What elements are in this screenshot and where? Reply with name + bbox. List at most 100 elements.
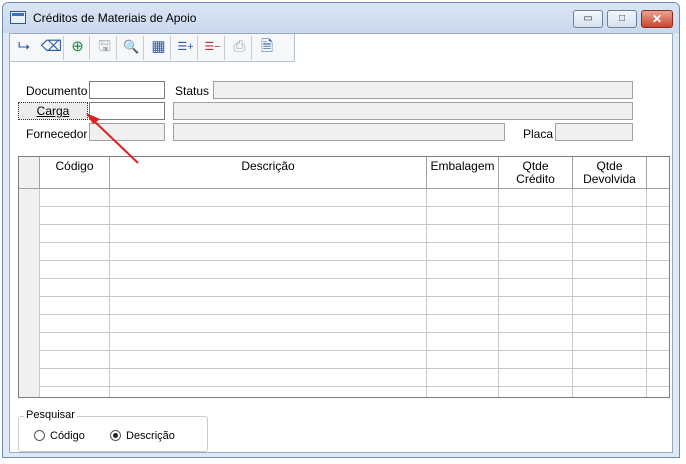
exit-icon[interactable]: ⮡ — [12, 36, 36, 60]
radio-descricao[interactable] — [110, 430, 121, 441]
table-cell[interactable] — [40, 279, 110, 297]
table-cell[interactable] — [40, 297, 110, 315]
table-cell[interactable] — [573, 315, 647, 333]
table-cell[interactable] — [573, 189, 647, 207]
table-cell[interactable] — [40, 261, 110, 279]
close-button[interactable]: ✕ — [641, 10, 673, 28]
row-header-cell[interactable] — [19, 297, 40, 315]
column-header-codigo[interactable]: Código — [40, 157, 110, 189]
table-cell[interactable] — [40, 207, 110, 225]
table-row[interactable] — [19, 297, 669, 315]
minimize-button[interactable]: ▭ — [573, 10, 603, 28]
carga-input[interactable] — [89, 102, 165, 120]
table-cell[interactable] — [110, 297, 427, 315]
save-icon[interactable]: 🖫 — [93, 36, 117, 60]
row-header-cell[interactable] — [19, 261, 40, 279]
table-row[interactable] — [19, 207, 669, 225]
row-header-cell[interactable] — [19, 387, 40, 397]
table-cell[interactable] — [573, 207, 647, 225]
table-row[interactable] — [19, 243, 669, 261]
table-row[interactable] — [19, 351, 669, 369]
remove-row-icon[interactable]: ☰− — [201, 36, 225, 60]
table-cell[interactable] — [647, 351, 669, 369]
table-cell[interactable] — [40, 369, 110, 387]
table-cell[interactable] — [647, 261, 669, 279]
table-cell[interactable] — [573, 261, 647, 279]
table-cell[interactable] — [573, 279, 647, 297]
table-cell[interactable] — [427, 351, 499, 369]
row-header-cell[interactable] — [19, 243, 40, 261]
table-cell[interactable] — [647, 279, 669, 297]
table-cell[interactable] — [40, 333, 110, 351]
table-cell[interactable] — [427, 333, 499, 351]
carga-button[interactable]: Carga — [18, 102, 88, 120]
table-cell[interactable] — [499, 279, 573, 297]
row-header-cell[interactable] — [19, 315, 40, 333]
table-cell[interactable] — [647, 225, 669, 243]
table-cell[interactable] — [40, 243, 110, 261]
table-cell[interactable] — [110, 279, 427, 297]
table-cell[interactable] — [647, 387, 669, 397]
table-cell[interactable] — [427, 261, 499, 279]
table-row[interactable] — [19, 387, 669, 397]
items-grid[interactable]: Código Descrição Embalagem Qtde Crédito … — [18, 156, 670, 398]
table-cell[interactable] — [499, 315, 573, 333]
table-cell[interactable] — [573, 225, 647, 243]
documento-input[interactable] — [89, 81, 165, 99]
table-cell[interactable] — [499, 225, 573, 243]
table-cell[interactable] — [427, 243, 499, 261]
table-cell[interactable] — [427, 315, 499, 333]
table-cell[interactable] — [499, 243, 573, 261]
table-cell[interactable] — [110, 333, 427, 351]
table-cell[interactable] — [647, 207, 669, 225]
table-cell[interactable] — [427, 279, 499, 297]
table-cell[interactable] — [110, 261, 427, 279]
table-cell[interactable] — [110, 315, 427, 333]
table-icon[interactable]: ▦ — [147, 36, 171, 60]
table-cell[interactable] — [499, 369, 573, 387]
table-cell[interactable] — [40, 315, 110, 333]
table-cell[interactable] — [573, 297, 647, 315]
row-header-cell[interactable] — [19, 351, 40, 369]
eraser-icon[interactable]: ⌫ — [40, 36, 64, 60]
column-header-descricao[interactable]: Descrição — [110, 157, 427, 189]
row-header-cell[interactable] — [19, 279, 40, 297]
radio-codigo[interactable] — [34, 430, 45, 441]
add-circle-icon[interactable]: ⊕ — [66, 36, 90, 60]
column-header-qtde-devolvida[interactable]: Qtde Devolvida — [573, 157, 647, 189]
table-cell[interactable] — [110, 369, 427, 387]
table-cell[interactable] — [647, 369, 669, 387]
table-cell[interactable] — [427, 207, 499, 225]
table-cell[interactable] — [499, 333, 573, 351]
row-header-cell[interactable] — [19, 333, 40, 351]
table-cell[interactable] — [499, 387, 573, 397]
table-cell[interactable] — [499, 351, 573, 369]
table-cell[interactable] — [40, 189, 110, 207]
table-row[interactable] — [19, 369, 669, 387]
search-icon[interactable]: 🔍 — [120, 36, 144, 60]
table-row[interactable] — [19, 279, 669, 297]
table-cell[interactable] — [110, 351, 427, 369]
table-cell[interactable] — [427, 189, 499, 207]
table-row[interactable] — [19, 225, 669, 243]
table-row[interactable] — [19, 261, 669, 279]
table-cell[interactable] — [427, 369, 499, 387]
title-bar[interactable]: Créditos de Materiais de Apoio ▭ □ ✕ — [3, 3, 679, 33]
table-cell[interactable] — [40, 387, 110, 397]
table-row[interactable] — [19, 189, 669, 207]
table-cell[interactable] — [427, 387, 499, 397]
row-header-cell[interactable] — [19, 369, 40, 387]
column-header-embalagem[interactable]: Embalagem — [427, 157, 499, 189]
table-cell[interactable] — [40, 351, 110, 369]
row-header-cell[interactable] — [19, 189, 40, 207]
table-cell[interactable] — [427, 297, 499, 315]
row-header-cell[interactable] — [19, 225, 40, 243]
table-cell[interactable] — [647, 333, 669, 351]
table-cell[interactable] — [499, 189, 573, 207]
table-cell[interactable] — [40, 225, 110, 243]
table-row[interactable] — [19, 315, 669, 333]
table-cell[interactable] — [573, 243, 647, 261]
table-cell[interactable] — [110, 387, 427, 397]
table-cell[interactable] — [499, 261, 573, 279]
table-cell[interactable] — [573, 351, 647, 369]
